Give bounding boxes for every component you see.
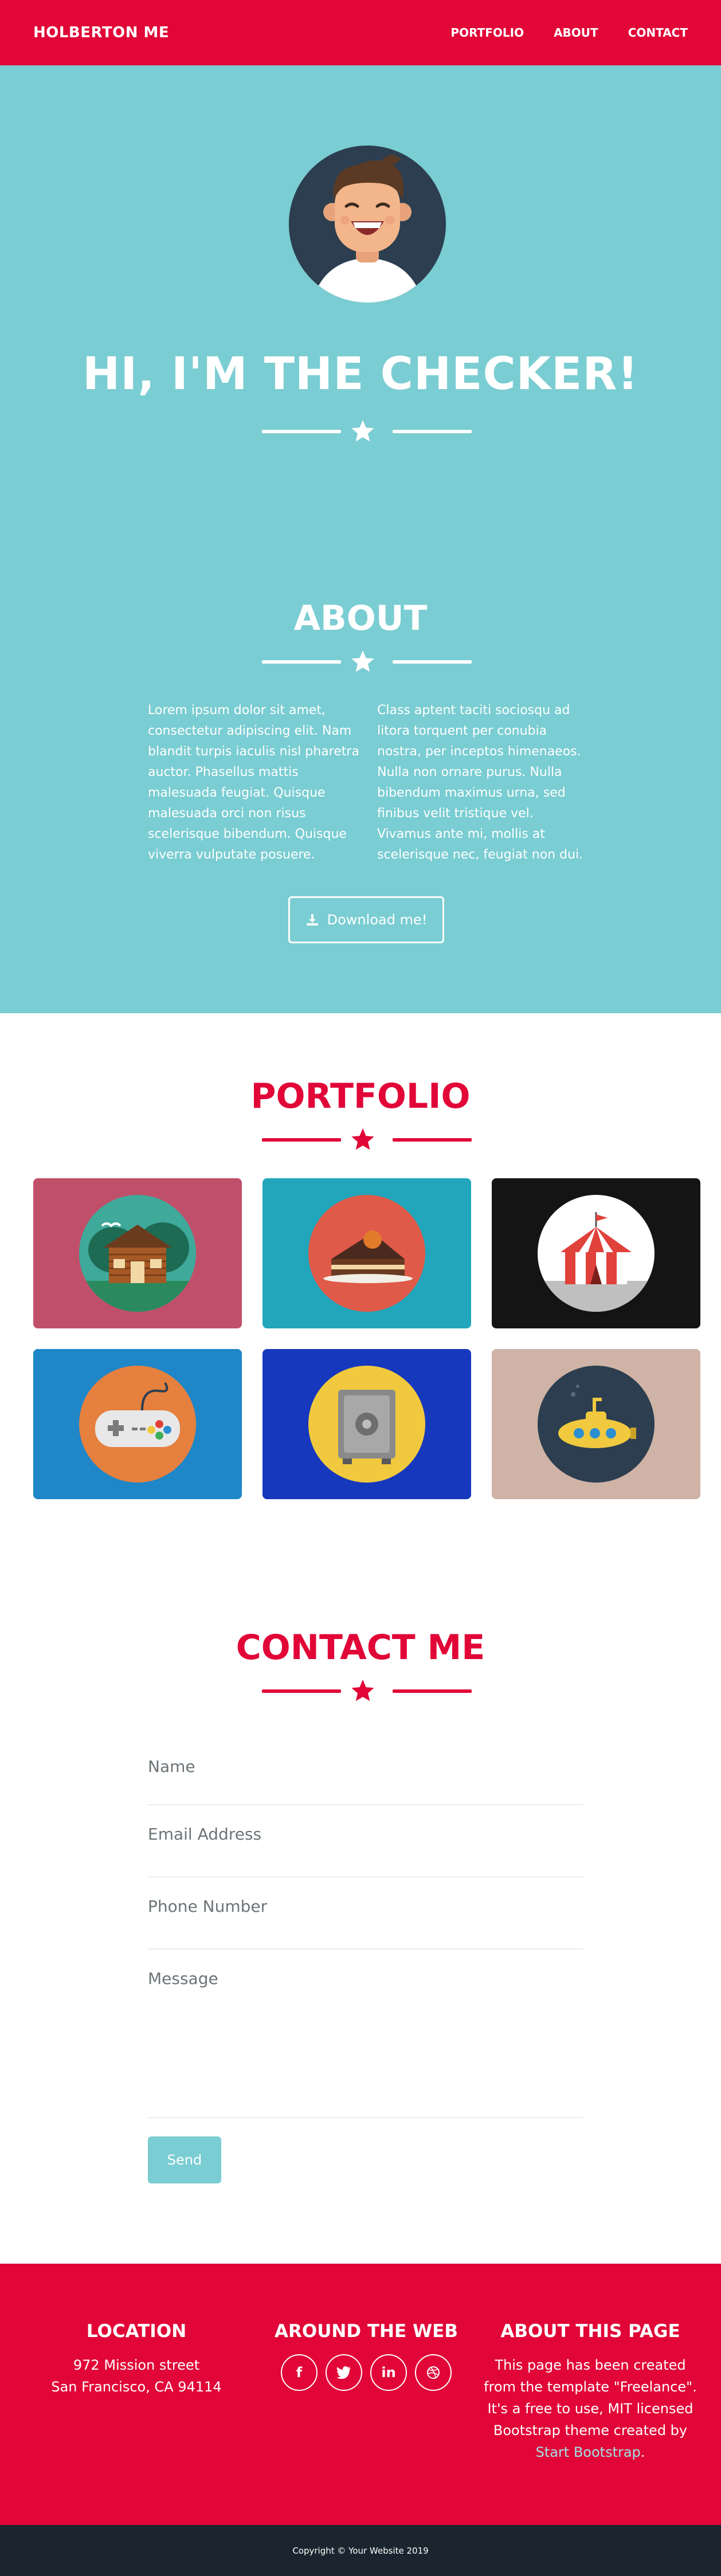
about-section: ABOUT Lorem ipsum dolor sit amet, consec… — [0, 532, 721, 1013]
facebook-icon[interactable]: f — [281, 2354, 318, 2391]
phone-field-placeholder: Phone Number — [148, 1897, 268, 1916]
twitter-icon[interactable] — [326, 2354, 362, 2391]
footer-address-line1: 972 Mission street — [73, 2357, 200, 2373]
navbar: HOLBERTON ME PORTFOLIO ABOUT CONTACT — [0, 0, 721, 65]
footer-address-line2: San Francisco, CA 94114 — [51, 2379, 222, 2395]
contact-title: CONTACT ME — [236, 1628, 485, 1668]
email-field[interactable]: Email Address — [148, 1805, 583, 1877]
portfolio-item-submarine[interactable] — [492, 1349, 700, 1499]
footer-location-title: LOCATION — [86, 2321, 187, 2342]
portfolio-item-game-controller[interactable] — [33, 1349, 242, 1499]
social-links: f in — [252, 2354, 481, 2391]
portfolio-item-cake[interactable] — [262, 1178, 471, 1328]
footer-about-page: ABOUT THIS PAGE This page has been creat… — [481, 2321, 699, 2463]
footer-around-the-web: AROUND THE WEB f in — [252, 2321, 481, 2391]
circus-tent-icon — [538, 1195, 655, 1312]
footer-about-end: . — [640, 2444, 645, 2460]
divider-line — [262, 430, 341, 433]
copyright-text: Copyright © Your Website 2019 — [292, 2545, 429, 2556]
divider-line — [262, 1689, 341, 1693]
nav-links: PORTFOLIO ABOUT CONTACT — [421, 26, 688, 40]
cake-icon — [308, 1195, 425, 1312]
hero-divider — [0, 418, 721, 444]
portfolio-item-circus-tent[interactable] — [492, 1178, 700, 1328]
email-field-placeholder: Email Address — [148, 1825, 262, 1844]
submarine-icon — [538, 1366, 655, 1483]
avatar-image — [289, 146, 446, 303]
download-button-label: Download me! — [327, 912, 428, 928]
divider-line — [262, 660, 341, 664]
name-field-placeholder: Name — [148, 1757, 195, 1776]
copyright-bar: Copyright © Your Website 2019 — [0, 2525, 721, 2576]
footer-about-text: This page has been created from the temp… — [481, 2354, 699, 2463]
cabin-icon — [79, 1195, 196, 1312]
dribbble-icon[interactable] — [415, 2354, 452, 2391]
portfolio-title: PORTFOLIO — [250, 1076, 471, 1116]
start-bootstrap-link[interactable]: Start Bootstrap — [536, 2444, 641, 2460]
phone-field[interactable]: Phone Number — [148, 1877, 583, 1950]
send-button[interactable]: Send — [148, 2136, 221, 2183]
about-text-right: Class aptent taciti sociosqu ad litora t… — [377, 703, 583, 862]
star-icon — [351, 1128, 374, 1150]
name-field[interactable]: Name — [148, 1738, 583, 1805]
footer-about-title: ABOUT THIS PAGE — [500, 2321, 680, 2342]
portfolio-divider — [0, 1127, 721, 1152]
hero-section: HI, I'M THE CHECKER! — [0, 65, 721, 532]
brand-logo-link[interactable]: HOLBERTON ME — [33, 24, 169, 41]
divider-line — [393, 1138, 472, 1142]
about-title: ABOUT — [293, 598, 428, 638]
message-field-placeholder: Message — [148, 1969, 218, 1988]
star-icon — [351, 419, 374, 442]
contact-divider — [0, 1678, 721, 1703]
footer-web-title: AROUND THE WEB — [275, 2321, 458, 2342]
divider-line — [262, 1138, 341, 1142]
divider-line — [393, 660, 472, 664]
safe-icon — [308, 1366, 425, 1483]
about-text-left: Lorem ipsum dolor sit amet, consectetur … — [148, 703, 359, 862]
portfolio-section: PORTFOLIO — [0, 1013, 721, 1552]
hero-title: HI, I'M THE CHECKER! — [82, 348, 639, 400]
contact-section: CONTACT ME Name Email Address Phone Numb… — [0, 1552, 721, 2264]
star-icon — [351, 650, 374, 672]
download-button[interactable]: Download me! — [288, 896, 444, 943]
footer-about-body: This page has been created from the temp… — [484, 2357, 697, 2438]
game-controller-icon — [79, 1366, 196, 1483]
linkedin-icon[interactable]: in — [370, 2354, 407, 2391]
divider-line — [393, 1689, 472, 1693]
download-icon — [306, 914, 318, 926]
message-field[interactable]: Message — [148, 1950, 583, 2118]
footer-location: LOCATION 972 Mission street San Francisc… — [22, 2321, 251, 2398]
nav-link-portfolio[interactable]: PORTFOLIO — [450, 26, 524, 40]
star-icon — [351, 1679, 374, 1701]
nav-link-about[interactable]: ABOUT — [554, 26, 598, 40]
footer: LOCATION 972 Mission street San Francisc… — [0, 2264, 721, 2525]
about-divider — [0, 649, 721, 674]
portfolio-item-cabin[interactable] — [33, 1178, 242, 1328]
nav-link-contact[interactable]: CONTACT — [628, 26, 688, 40]
portfolio-item-safe[interactable] — [262, 1349, 471, 1499]
divider-line — [393, 430, 472, 433]
